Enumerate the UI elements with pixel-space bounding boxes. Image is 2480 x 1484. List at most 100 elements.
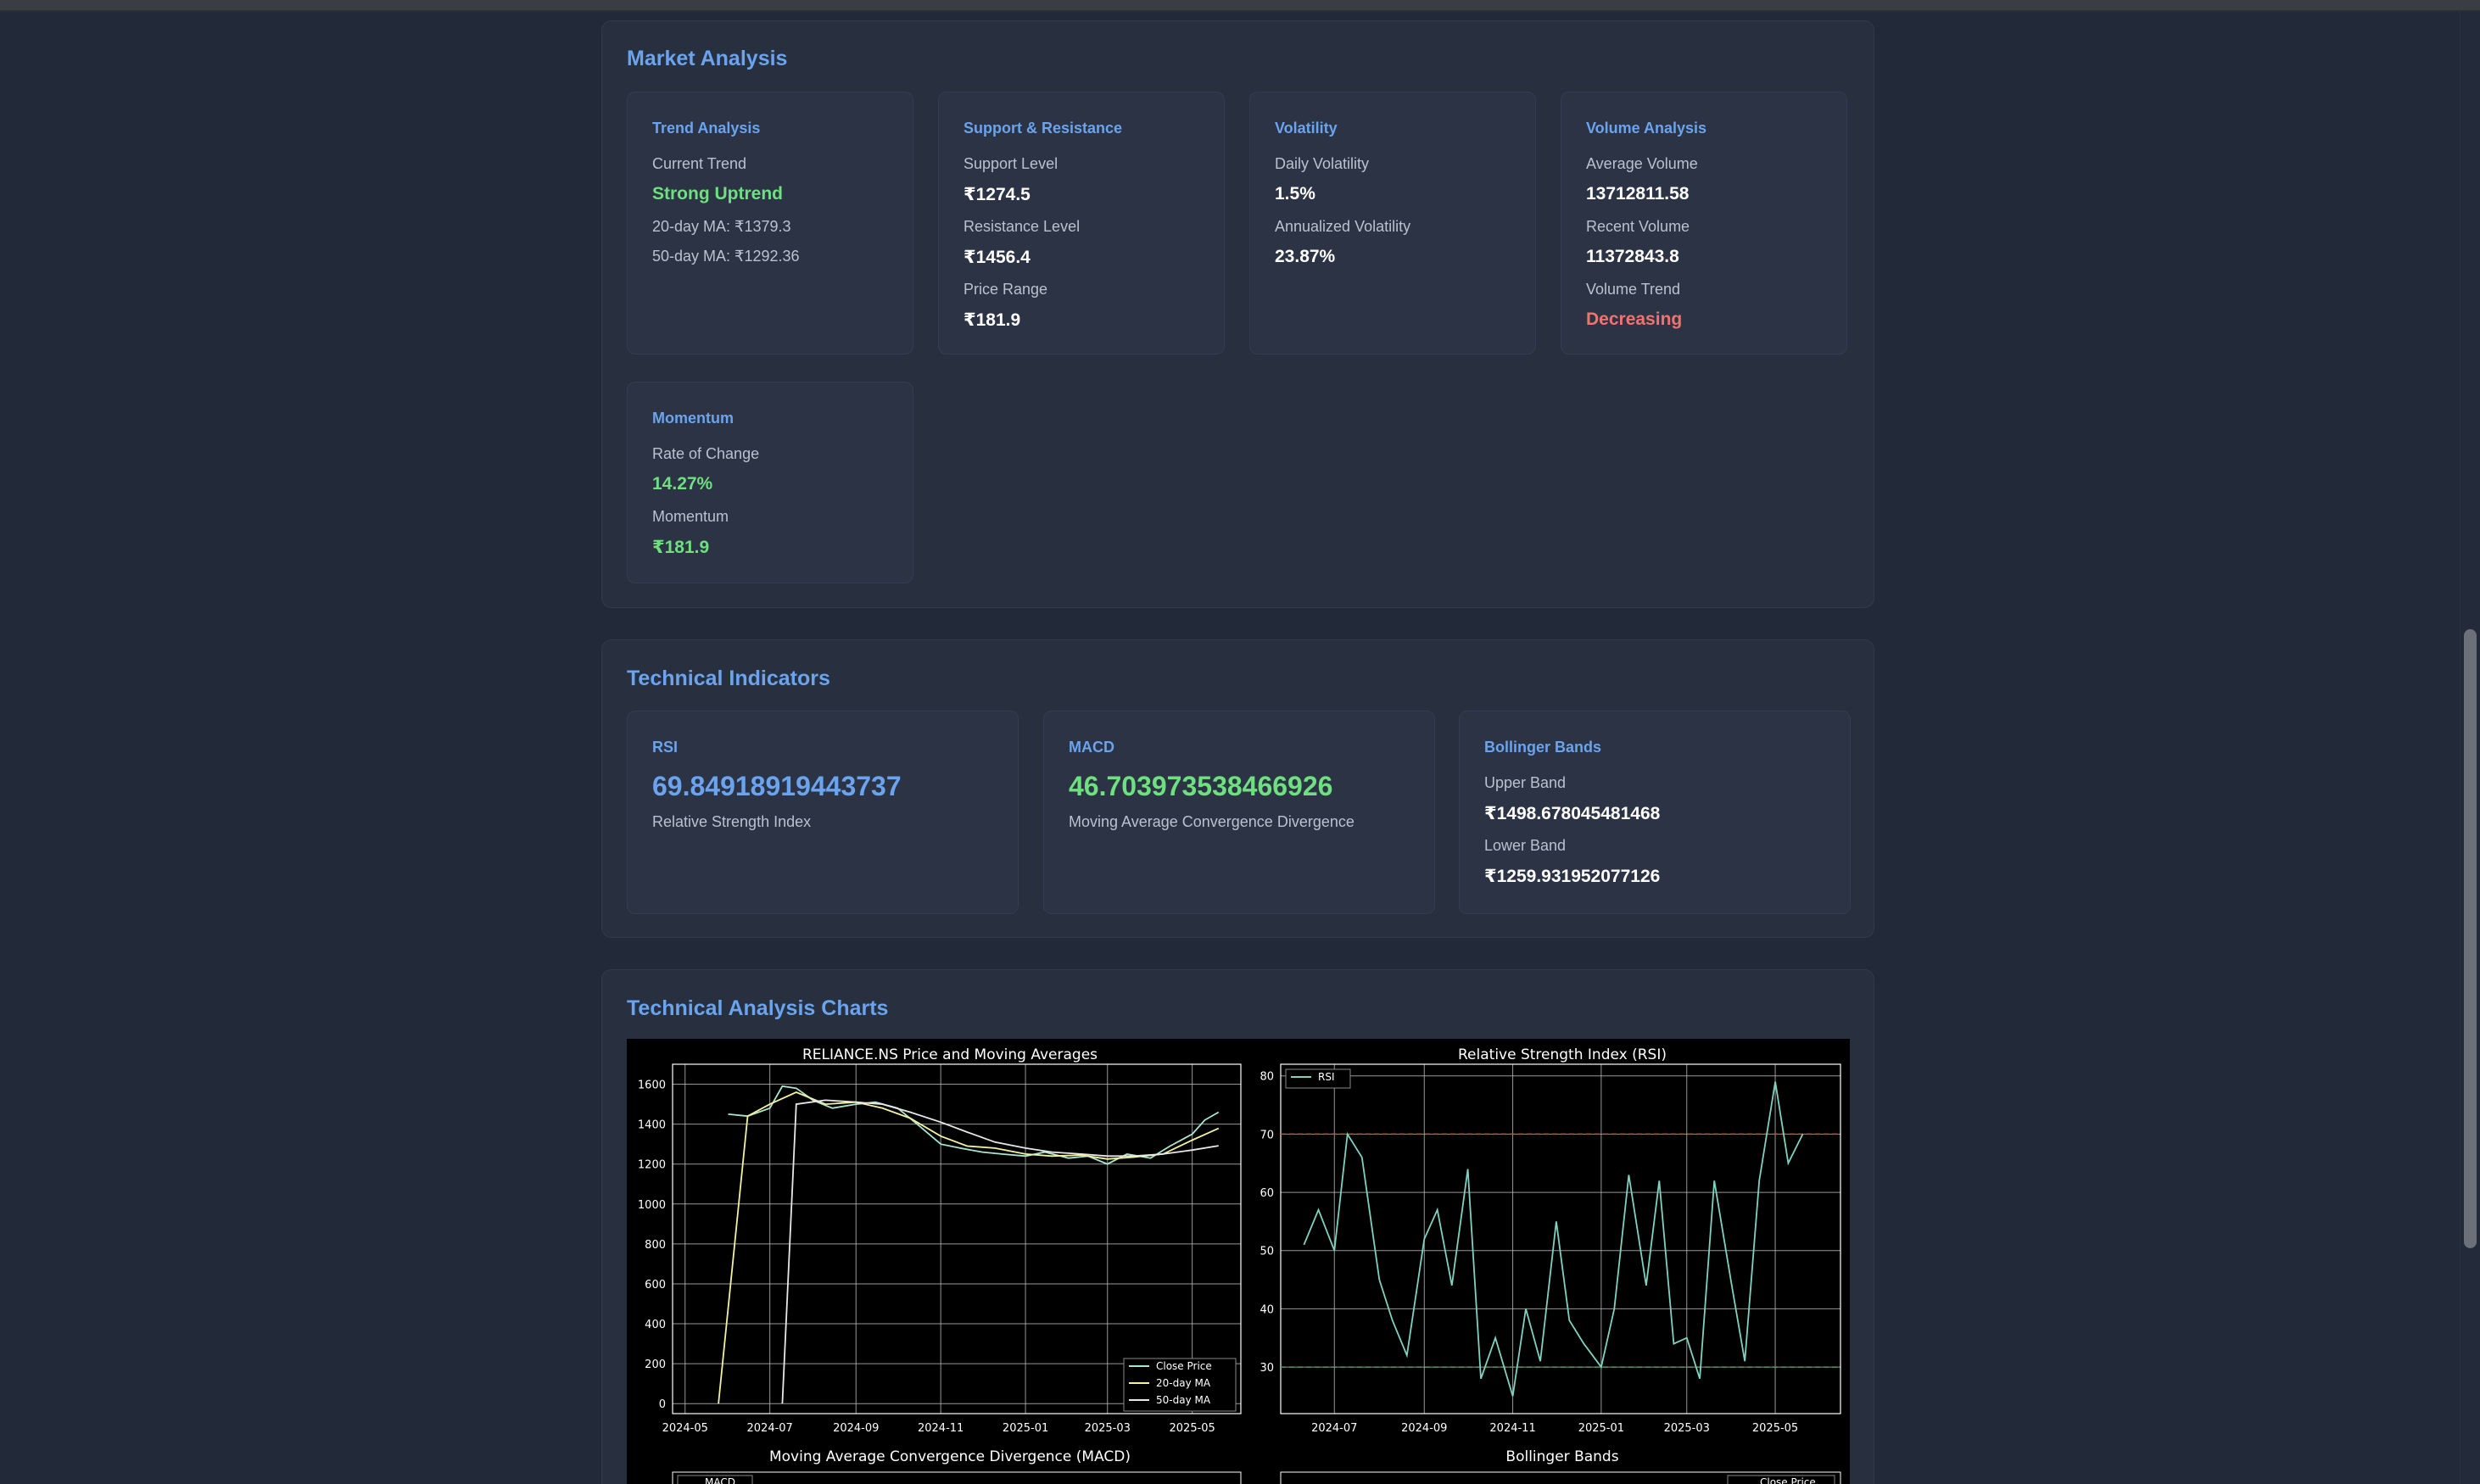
rsi-chart-title: Relative Strength Index (RSI) [1458, 1046, 1667, 1063]
card-title: Momentum [652, 410, 734, 427]
scrollbar-thumb[interactable] [2464, 629, 2477, 1248]
rsi-x-tick-label: 2025-05 [1752, 1422, 1798, 1435]
section-title: Technical Indicators [627, 667, 830, 690]
bollinger-legend-label: Close Price [1760, 1476, 1816, 1484]
price-x-tick-label: 2025-05 [1170, 1422, 1215, 1435]
card-title: Support & Resistance [964, 120, 1123, 137]
price-x-tick-label: 2025-01 [1003, 1422, 1048, 1435]
rsi-y-tick-label: 70 [1260, 1129, 1274, 1141]
rsi-y-tick-label: 80 [1260, 1071, 1274, 1084]
price-series-line-2 [718, 1091, 1220, 1404]
macd-value: 46.703973538466926 [1069, 771, 1333, 801]
price-x-tick-label: 2025-03 [1085, 1422, 1131, 1435]
recent-volume-label: Recent Volume [1586, 218, 1690, 235]
momentum-label: Momentum [652, 508, 729, 525]
volatility-card: Volatility Daily Volatility 1.5% Annuali… [1249, 92, 1536, 354]
volume-trend-value: Decreasing [1586, 310, 1683, 329]
macd-card: MACD 46.703973538466926 Moving Average C… [1043, 711, 1435, 914]
price-range-label: Price Range [964, 281, 1048, 298]
price-x-tick-label: 2024-11 [918, 1422, 964, 1435]
bollinger-bands-card: Bollinger Bands Upper Band ₹1498.6780454… [1459, 711, 1851, 914]
daily-volatility-label: Daily Volatility [1275, 155, 1370, 172]
section-title: Technical Analysis Charts [627, 996, 889, 1020]
price-y-tick-label: 800 [645, 1239, 666, 1252]
rsi-x-tick-label: 2024-09 [1401, 1422, 1447, 1435]
price-chart-title: RELIANCE.NS Price and Moving Averages [802, 1046, 1098, 1063]
annualized-volatility-value: 23.87% [1275, 247, 1336, 266]
price-y-tick-label: 400 [645, 1319, 666, 1331]
upper-band-value: ₹1498.678045481468 [1484, 804, 1661, 823]
annualized-volatility-label: Annualized Volatility [1275, 218, 1411, 235]
volume-trend-label: Volume Trend [1586, 281, 1681, 298]
rsi-x-tick-label: 2024-07 [1311, 1422, 1357, 1435]
technical-indicators-section: Technical Indicators RSI 69.849189194437… [601, 639, 1874, 938]
macd-plot-frame [672, 1471, 1242, 1484]
average-volume-value: 13712811.58 [1586, 184, 1690, 204]
rsi-y-tick-label: 40 [1260, 1303, 1274, 1316]
price-y-tick-label: 1000 [638, 1199, 666, 1212]
price-y-tick-label: 600 [645, 1279, 666, 1292]
resistance-level-label: Resistance Level [964, 218, 1081, 235]
card-title: RSI [652, 739, 679, 756]
support-resistance-card: Support & Resistance Support Level ₹1274… [938, 92, 1225, 354]
rsi-plot-frame [1280, 1063, 1841, 1414]
average-volume-label: Average Volume [1586, 155, 1698, 172]
charts-canvas: RELIANCE.NS Price and Moving Averages Re… [638, 1046, 1841, 1484]
price-x-tick-label: 2024-09 [833, 1422, 879, 1435]
rsi-x-tick-label: 2025-03 [1664, 1422, 1710, 1435]
rsi-value: 69.84918919443737 [652, 771, 902, 801]
price-legend-label: Close Price [1156, 1360, 1212, 1372]
card-title: Volatility [1275, 120, 1338, 137]
price-y-tick-label: 0 [659, 1398, 666, 1411]
price-y-tick-label: 1600 [638, 1080, 666, 1092]
price-legend-label: 50-day MA [1156, 1394, 1211, 1406]
rate-of-change-value: 14.27% [652, 474, 713, 494]
rate-of-change-label: Rate of Change [652, 445, 760, 462]
card-title: Bollinger Bands [1484, 739, 1602, 756]
price-y-tick-label: 1400 [638, 1119, 666, 1132]
current-trend-value: Strong Uptrend [652, 184, 783, 204]
rsi-y-tick-label: 50 [1260, 1246, 1274, 1258]
rsi-card: RSI 69.84918919443737 Relative Strength … [627, 711, 1019, 914]
card-title: MACD [1069, 739, 1114, 756]
macd-legend-label: MACD [705, 1476, 735, 1484]
support-level-label: Support Level [964, 155, 1058, 172]
card-title: Trend Analysis [652, 120, 761, 137]
trend-analysis-card: Trend Analysis Current Trend Strong Uptr… [627, 92, 913, 354]
volume-analysis-card: Volume Analysis Average Volume 13712811.… [1561, 92, 1847, 354]
ma50-text: 50-day MA: ₹1292.36 [652, 248, 800, 265]
bollinger-chart-title: Bollinger Bands [1505, 1448, 1618, 1465]
resistance-level-value: ₹1456.4 [964, 248, 1031, 267]
upper-band-label: Upper Band [1484, 774, 1567, 791]
ma20-text: 20-day MA: ₹1379.3 [652, 218, 791, 235]
rsi-x-tick-label: 2025-01 [1578, 1422, 1624, 1435]
section-title: Market Analysis [627, 47, 788, 70]
price-y-tick-label: 1200 [638, 1159, 666, 1172]
price-series-line-1 [728, 1085, 1220, 1165]
rsi-description: Relative Strength Index [652, 813, 812, 830]
rsi-legend-label: RSI [1318, 1071, 1335, 1083]
charts-image: RELIANCE.NS Price and Moving Averages Re… [627, 1039, 1850, 1484]
daily-volatility-value: 1.5% [1275, 184, 1315, 204]
price-legend-label: 20-day MA [1156, 1377, 1211, 1389]
rsi-y-tick-label: 30 [1260, 1362, 1274, 1375]
recent-volume-value: 11372843.8 [1586, 247, 1679, 266]
price-y-tick-label: 200 [645, 1358, 666, 1371]
current-trend-label: Current Trend [652, 155, 747, 172]
lower-band-label: Lower Band [1484, 837, 1567, 854]
momentum-value: ₹181.9 [652, 538, 710, 557]
card-title: Volume Analysis [1586, 120, 1707, 137]
price-range-value: ₹181.9 [964, 310, 1021, 330]
macd-description: Moving Average Convergence Divergence [1069, 813, 1355, 830]
momentum-card: Momentum Rate of Change 14.27% Momentum … [627, 382, 913, 583]
support-level-value: ₹1274.5 [964, 185, 1031, 204]
market-analysis-section: Market Analysis Trend Analysis Current T… [601, 20, 1874, 608]
rsi-series-line-1 [1303, 1081, 1804, 1397]
price-x-tick-label: 2024-05 [662, 1422, 708, 1435]
rsi-y-tick-label: 60 [1260, 1187, 1274, 1200]
rsi-x-tick-label: 2024-11 [1489, 1422, 1535, 1435]
browser-top-bar [0, 0, 2480, 12]
macd-chart-title: Moving Average Convergence Divergence (M… [769, 1448, 1131, 1465]
price-x-tick-label: 2024-07 [747, 1422, 793, 1435]
lower-band-value: ₹1259.931952077126 [1484, 867, 1661, 886]
